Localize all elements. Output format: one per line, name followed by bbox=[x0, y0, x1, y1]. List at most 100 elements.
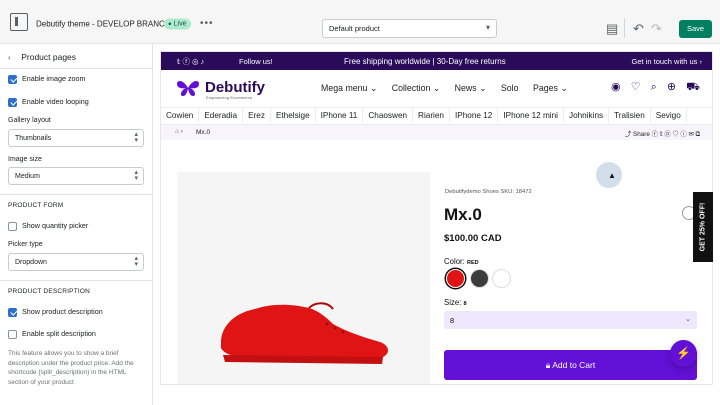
picker-type-label: Picker type bbox=[8, 241, 43, 248]
get-in-touch-link[interactable]: Get in touch with us › bbox=[632, 57, 702, 66]
collection-link[interactable]: Erez bbox=[243, 108, 271, 123]
collection-link[interactable]: Riarien bbox=[413, 108, 450, 123]
color-option-label: Color: RED bbox=[444, 257, 479, 266]
nav-pages[interactable]: Pages ⌄ bbox=[533, 83, 568, 93]
enable-image-zoom-checkbox[interactable]: Enable image zoom bbox=[8, 74, 86, 84]
sidebar-header: ‹ Product pages bbox=[8, 52, 76, 62]
add-to-cart-button[interactable]: 🔒︎ Add to Cart bbox=[444, 350, 697, 380]
color-swatch-dark[interactable] bbox=[470, 269, 489, 288]
checkbox-checked-icon bbox=[8, 74, 17, 84]
size-label: Size: bbox=[444, 298, 462, 307]
messenger-chat-icon[interactable]: ⚡ bbox=[670, 340, 697, 367]
more-actions-button[interactable]: ••• bbox=[200, 18, 214, 29]
social-icons[interactable]: 𝕥ⓕ◎♪ bbox=[177, 56, 206, 67]
checkbox-label: Show product description bbox=[22, 307, 103, 316]
breadcrumb: ⌂ › Mx.0 ⤴ Share ⓕ 𝕥 ⓟ ♡ ⓘ ✉ ⧉ bbox=[161, 125, 712, 140]
color-swatch-red[interactable] bbox=[446, 269, 465, 288]
size-select[interactable]: 8 ⌄ bbox=[444, 311, 697, 329]
product-form-section-title: PRODUCT FORM bbox=[8, 202, 64, 209]
checkbox-label: Enable image zoom bbox=[22, 74, 86, 83]
collection-link[interactable]: Chaoswen bbox=[363, 108, 414, 123]
select-arrows-icon: ▴ ▾ bbox=[134, 255, 138, 268]
show-product-description-checkbox[interactable]: Show product description bbox=[8, 307, 103, 317]
collection-link[interactable]: IPhone 12 mini bbox=[498, 108, 564, 123]
nav-mega-menu[interactable]: Mega menu ⌄ bbox=[321, 83, 377, 93]
color-value: RED bbox=[466, 260, 479, 266]
redo-icon[interactable]: ↷ bbox=[651, 21, 662, 37]
account-icon[interactable]: ◉ bbox=[611, 81, 621, 93]
store-header: Debutify Empowering Ecommerce Mega menu … bbox=[161, 70, 712, 107]
sidebar-title: Product pages bbox=[21, 52, 77, 62]
collection-link[interactable]: Johnikins bbox=[564, 108, 610, 123]
checkbox-label: Enable split description bbox=[22, 329, 96, 338]
image-size-label: Image size bbox=[8, 156, 42, 163]
show-quantity-picker-checkbox[interactable]: Show quantity picker bbox=[8, 221, 88, 231]
mouse-cursor-icon: ▲ bbox=[608, 171, 616, 180]
collection-link[interactable]: Ethelsige bbox=[271, 108, 316, 123]
theme-title: Debutify theme - DEVELOP BRANCH bbox=[36, 19, 171, 29]
store-logo-tagline: Empowering Ecommerce bbox=[206, 96, 253, 100]
divider bbox=[0, 68, 153, 69]
divider bbox=[0, 280, 153, 281]
collection-link[interactable]: Tralisien bbox=[609, 108, 651, 123]
main-nav: Mega menu ⌄ Collection ⌄ News ⌄ Solo Pag… bbox=[321, 83, 580, 94]
follow-us-text: Follow us! bbox=[239, 57, 273, 66]
checkbox-checked-icon bbox=[8, 307, 17, 317]
save-button[interactable]: Save bbox=[679, 20, 712, 38]
select-value: Dropdown bbox=[15, 259, 47, 266]
product-title: Mx.0 bbox=[444, 205, 482, 224]
collection-link[interactable]: Ederadia bbox=[199, 108, 244, 123]
live-badge: Live bbox=[164, 18, 192, 30]
template-select-value: Default product bbox=[329, 24, 380, 33]
product-meta: Debutifydemo Shoes SKU: 18472 bbox=[445, 189, 532, 195]
color-label: Color: bbox=[444, 257, 465, 266]
cart-icon[interactable]: ⛟ bbox=[686, 81, 700, 93]
store-logo-text[interactable]: Debutify bbox=[205, 79, 265, 96]
size-select-value: 8 bbox=[450, 316, 455, 325]
editor-topbar: Debutify theme - DEVELOP BRANCH Live •••… bbox=[0, 0, 720, 44]
nav-solo[interactable]: Solo bbox=[501, 83, 519, 93]
search-icon[interactable]: ⌕ bbox=[651, 81, 657, 93]
nav-news[interactable]: News ⌄ bbox=[455, 83, 487, 93]
red-sneaker-image bbox=[221, 302, 389, 364]
nav-collection[interactable]: Collection ⌄ bbox=[392, 83, 440, 93]
back-chevron-icon[interactable]: ‹ bbox=[8, 52, 11, 62]
collection-link[interactable]: Cowien bbox=[161, 108, 200, 123]
color-swatch-white[interactable] bbox=[492, 269, 511, 288]
select-value: Thumbnails bbox=[15, 135, 52, 142]
checkbox-unchecked-icon bbox=[8, 329, 17, 339]
globe-icon[interactable]: ⊕ bbox=[667, 81, 676, 93]
collection-link[interactable]: Sevigo bbox=[651, 108, 687, 123]
home-icon[interactable]: ⌂ › bbox=[175, 128, 183, 135]
size-option-label: Size: 8 bbox=[444, 298, 467, 307]
select-arrows-icon: ▴ ▾ bbox=[134, 169, 138, 182]
size-value: 8 bbox=[463, 301, 467, 307]
toolbar-divider bbox=[624, 18, 625, 38]
wishlist-icon[interactable]: ♡ bbox=[631, 81, 641, 93]
gallery-layout-select[interactable]: Thumbnails ▴ ▾ bbox=[8, 129, 144, 147]
get-in-touch-label: Get in touch with us bbox=[631, 57, 698, 66]
checkbox-checked-icon bbox=[8, 97, 17, 107]
inspector-icon[interactable]: ▤ bbox=[606, 21, 618, 37]
enable-split-description-checkbox[interactable]: Enable split description bbox=[8, 329, 96, 339]
butterfly-logo-icon[interactable] bbox=[175, 78, 201, 98]
collection-link[interactable]: IPhone 11 bbox=[316, 108, 364, 123]
image-size-select[interactable]: Medium ▴ ▾ bbox=[8, 167, 144, 185]
template-select[interactable]: Default product ▾ bbox=[322, 19, 497, 38]
enable-video-looping-checkbox[interactable]: Enable video looping bbox=[8, 97, 89, 107]
share-label: Share bbox=[633, 131, 650, 138]
settings-sidebar: ‹ Product pages Enable image zoom Enable… bbox=[0, 44, 153, 405]
product-description-section-title: PRODUCT DESCRIPTION bbox=[8, 288, 91, 295]
collection-link[interactable]: IPhone 12 bbox=[450, 108, 499, 123]
announcement-text: Free shipping worldwide | 30-Day free re… bbox=[344, 57, 506, 66]
picker-type-select[interactable]: Dropdown ▴ ▾ bbox=[8, 253, 144, 271]
checkbox-label: Enable video looping bbox=[22, 97, 89, 106]
discount-side-tab[interactable]: GET 25% OFF! bbox=[693, 192, 713, 262]
product-image[interactable] bbox=[177, 172, 430, 384]
product-price: $100.00 CAD bbox=[444, 233, 502, 244]
share-links[interactable]: ⤴ Share ⓕ 𝕥 ⓟ ♡ ⓘ ✉ ⧉ bbox=[625, 129, 700, 139]
exit-icon[interactable] bbox=[10, 13, 28, 31]
chevron-down-icon: ⌄ bbox=[685, 316, 691, 323]
select-arrows-icon: ▴ ▾ bbox=[134, 131, 138, 144]
undo-icon[interactable]: ↶ bbox=[633, 21, 644, 37]
